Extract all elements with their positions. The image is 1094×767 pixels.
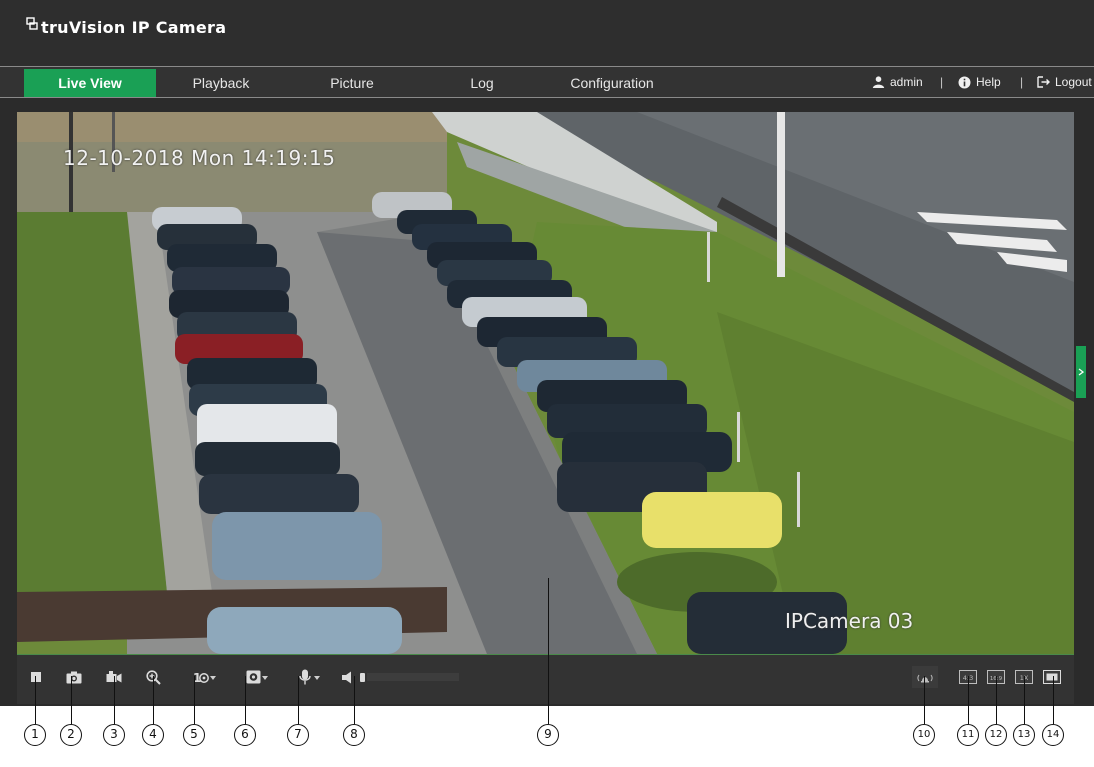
volume-slider-handle[interactable] [360, 672, 365, 682]
callout-line [924, 676, 925, 724]
chevron-down-icon [262, 676, 268, 680]
camera-icon [66, 671, 82, 683]
callout-line [548, 578, 549, 724]
callout-line [35, 676, 36, 724]
callout-number: 5 [183, 724, 205, 746]
callout-number: 7 [287, 724, 309, 746]
chevron-right-icon [1078, 368, 1084, 376]
main-nav: Live View Playback Picture Log Configura… [0, 66, 1094, 98]
alarm-output-button[interactable] [912, 666, 938, 688]
help-label: Help [976, 75, 1001, 89]
callout-line [354, 676, 355, 724]
callout-number: 2 [60, 724, 82, 746]
callout-number: 6 [234, 724, 256, 746]
stop-live-view-button[interactable] [29, 667, 43, 687]
logout-link[interactable]: Logout [1037, 67, 1092, 97]
callout-number: 13 [1013, 724, 1035, 746]
nav-separator: | [940, 75, 944, 89]
camera-name-overlay: IPCamera 03 [785, 609, 914, 633]
callout-line [194, 676, 195, 724]
video-toolbar: 1 [17, 654, 1074, 704]
callout-line [245, 676, 246, 724]
image-mode-dropdown[interactable] [235, 667, 271, 687]
side-panel-toggle[interactable] [1076, 346, 1086, 398]
callout-line [1053, 676, 1054, 724]
callout-number: 14 [1042, 724, 1064, 746]
logo-mark-icon [26, 17, 38, 30]
info-icon [958, 76, 971, 88]
callout-line [114, 676, 115, 724]
chevron-down-icon [210, 676, 216, 680]
help-link[interactable]: Help [958, 67, 1001, 97]
alarm-icon [917, 674, 933, 683]
tab-configuration[interactable]: Configuration [552, 69, 672, 97]
stream-type-dropdown[interactable]: 1 [183, 667, 219, 687]
callout-line [968, 676, 969, 724]
image-icon [246, 670, 260, 684]
callout-number: 3 [103, 724, 125, 746]
callout-line [996, 676, 997, 724]
volume-slider-track[interactable] [367, 673, 459, 681]
video-timestamp: 12-10-2018 Mon 14:19:15 [63, 146, 336, 170]
self-adaptive-button[interactable] [1042, 667, 1062, 687]
camera-scene [17, 112, 1074, 654]
app-header: truVision IP Camera [0, 0, 1094, 66]
user-icon [872, 76, 885, 88]
tab-log[interactable]: Log [440, 69, 524, 97]
callout-number: 11 [957, 724, 979, 746]
user-name: admin [890, 75, 923, 89]
product-name: IP Camera [131, 18, 227, 37]
nav-separator: | [1020, 75, 1024, 89]
tab-playback[interactable]: Playback [166, 69, 276, 97]
two-way-audio-dropdown[interactable] [287, 667, 323, 687]
callout-line [298, 676, 299, 724]
brand-name: truVision [41, 18, 126, 37]
user-menu[interactable]: admin [872, 67, 923, 97]
fullscreen-icon [1043, 670, 1061, 684]
microphone-icon [299, 669, 311, 685]
tab-picture[interactable]: Picture [300, 69, 404, 97]
chevron-down-icon [314, 676, 320, 680]
logout-icon [1037, 76, 1050, 88]
brand-logo: truVision IP Camera [26, 17, 227, 37]
callout-line [71, 676, 72, 724]
callout-number: 8 [343, 724, 365, 746]
callout-number: 4 [142, 724, 164, 746]
audio-volume-control[interactable] [342, 667, 462, 687]
camera-web-app: truVision IP Camera Live View Playback P… [0, 0, 1094, 706]
stream-icon: 1 [193, 671, 209, 684]
tab-live-view[interactable]: Live View [24, 69, 156, 97]
callout-line [153, 676, 154, 724]
callout-number: 12 [985, 724, 1007, 746]
stop-icon [31, 672, 41, 682]
logout-label: Logout [1055, 75, 1092, 89]
callout-number: 1 [24, 724, 46, 746]
callout-line [1024, 676, 1025, 724]
live-video-view[interactable]: 12-10-2018 Mon 14:19:15 IPCamera 03 [17, 112, 1074, 654]
callout-number: 9 [537, 724, 559, 746]
snapshot-button[interactable] [65, 667, 83, 687]
callout-number: 10 [913, 724, 935, 746]
